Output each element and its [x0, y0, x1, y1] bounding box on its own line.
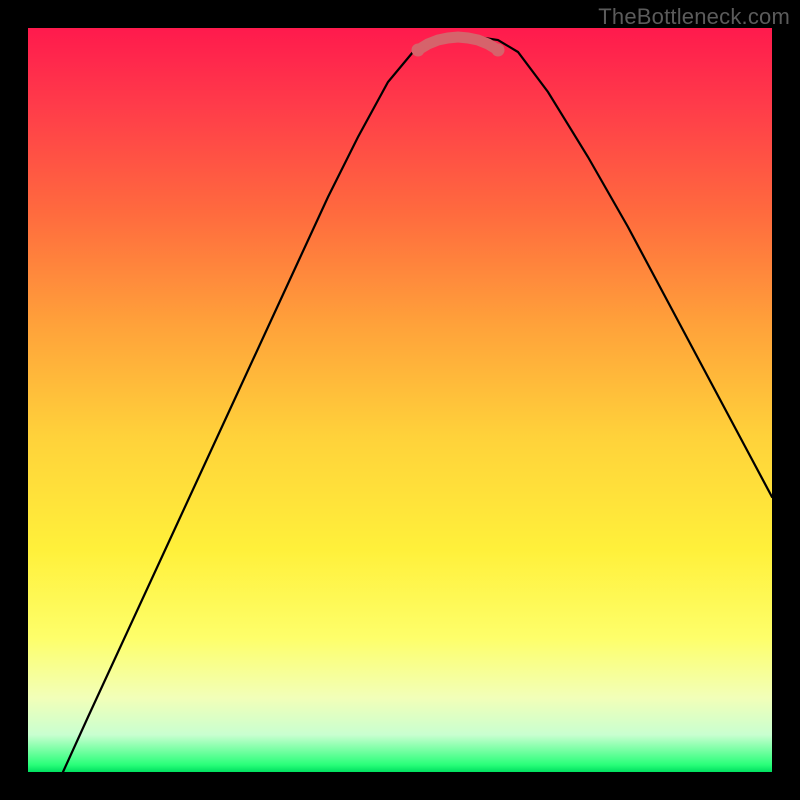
optimal-band-endpoint-right	[492, 44, 505, 57]
watermark-text: TheBottleneck.com	[598, 4, 790, 30]
curve-layer	[28, 28, 772, 772]
optimal-band-endpoint-left	[412, 44, 425, 57]
plot-area	[28, 28, 772, 772]
bottleneck-curve	[63, 37, 772, 772]
optimal-band-marker	[418, 37, 498, 50]
chart-frame: TheBottleneck.com	[0, 0, 800, 800]
